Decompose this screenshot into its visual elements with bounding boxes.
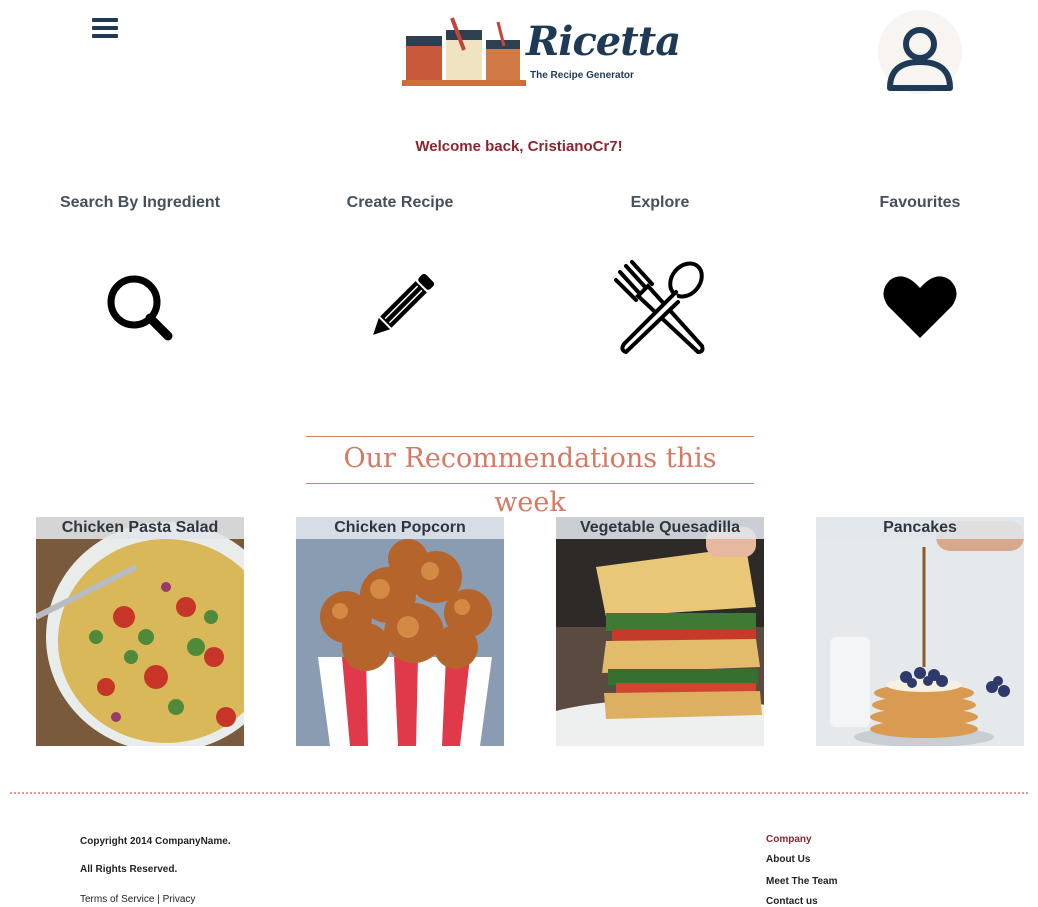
- user-icon: [887, 27, 953, 91]
- recipe-card-title: Chicken Pasta Salad: [36, 517, 244, 539]
- footer-terms-link[interactable]: Terms of Service | Privacy: [80, 894, 195, 905]
- recipe-card-pancakes[interactable]: Pancakes: [816, 517, 1024, 746]
- nav-create-recipe[interactable]: Create Recipe: [280, 188, 520, 368]
- recipe-card-title: Chicken Popcorn: [296, 517, 504, 539]
- footer-link-meet-the-team[interactable]: Meet The Team: [766, 876, 838, 887]
- logo-title: Ricetta: [526, 18, 681, 65]
- nav-explore[interactable]: Explore: [540, 188, 780, 368]
- search-icon: [107, 275, 173, 341]
- pencil-icon: [373, 273, 435, 335]
- recipe-card-chicken-popcorn[interactable]: Chicken Popcorn: [296, 517, 504, 746]
- recipe-image: [36, 517, 244, 746]
- recipe-card-chicken-pasta-salad[interactable]: Chicken Pasta Salad: [36, 517, 244, 746]
- footer-copyright: Copyright 2014 CompanyName.: [80, 836, 231, 847]
- footer-divider: [10, 792, 1028, 794]
- recommendations-title: Our Recommendations this week: [343, 443, 717, 518]
- logo[interactable]: Ricetta The Recipe Generator: [400, 16, 681, 90]
- recipe-image: [296, 517, 504, 746]
- recipe-card-title: Pancakes: [816, 517, 1024, 539]
- nav-label: Search By Ingredient: [59, 194, 221, 211]
- nav-label: Create Recipe: [346, 194, 454, 211]
- logo-subtitle: The Recipe Generator: [530, 70, 634, 81]
- footer-link-about-us[interactable]: About Us: [766, 854, 810, 865]
- footer-rights: All Rights Reserved.: [80, 864, 178, 875]
- profile-button[interactable]: [878, 10, 962, 94]
- recipe-card-vegetable-quesadilla[interactable]: Vegetable Quesadilla: [556, 517, 764, 746]
- footer-company-heading: Company: [766, 834, 812, 845]
- recommendations-header: Our Recommendations this week: [306, 436, 754, 518]
- footer-link-contact-us[interactable]: Contact us: [766, 896, 818, 907]
- nav-favourites[interactable]: Favourites: [800, 188, 1038, 368]
- welcome-message: Welcome back, CristianoCr7!: [415, 138, 623, 155]
- recipe-card-title: Vegetable Quesadilla: [556, 517, 764, 539]
- nav-label: Favourites: [879, 194, 961, 211]
- jars-logo-icon: [402, 17, 526, 86]
- menu-icon[interactable]: [92, 18, 118, 42]
- nav-label: Explore: [630, 194, 690, 211]
- recipe-image: [556, 517, 764, 746]
- recipe-image: [816, 517, 1024, 746]
- fork-spoon-icon: [614, 260, 705, 355]
- nav-search-by-ingredient[interactable]: Search By Ingredient: [20, 188, 260, 368]
- heart-icon: [883, 276, 957, 338]
